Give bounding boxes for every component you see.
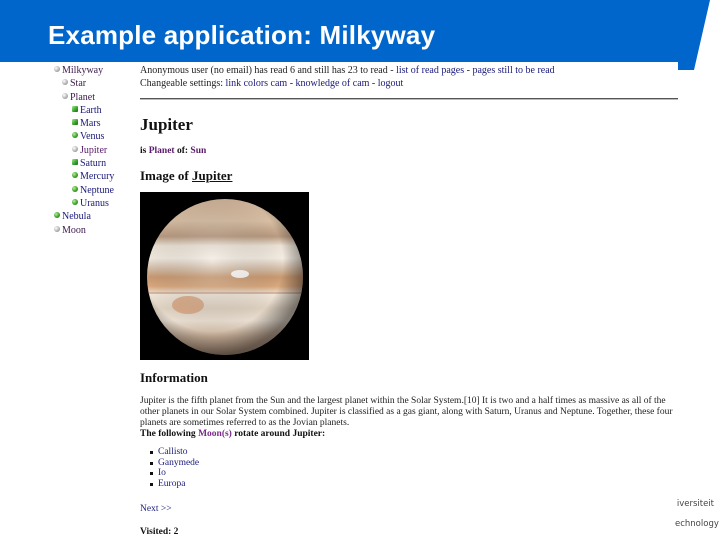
planet-concept-link[interactable]: Planet [149,146,175,156]
footer-logo-text-1: iversiteit [676,499,714,509]
moon-list: Callisto Ganymede Io Europa [140,447,678,489]
next-link[interactable]: Next >> [140,504,172,514]
tree-item-label: Saturn [80,158,107,170]
grey-bullet-icon [62,79,68,86]
tree-item-label: Mars [80,118,101,130]
moons-concept-link[interactable]: Moon(s) [198,429,232,439]
moon-link-callisto[interactable]: Callisto [158,447,188,457]
tree-item-label: Moon [62,224,86,236]
jupiter-image-link[interactable]: Jupiter [192,168,232,183]
page-title: Jupiter [140,115,193,134]
tree-item-mercury[interactable]: Mercury [54,170,114,183]
settings-line: Changeable settings: link colors cam - k… [140,78,678,91]
tree-item-star[interactable]: Star [54,77,114,90]
tree-item-label: Neptune [80,184,114,196]
green-bullet-icon [72,198,78,205]
tree-item-label: Uranus [80,197,109,209]
unread-pages-link[interactable]: pages still to be read [472,65,554,76]
tree-item-nebula[interactable]: Nebula [54,210,114,223]
read-pages-link[interactable]: list of read pages [396,65,464,76]
image-heading: Image of Jupiter [140,168,678,184]
list-item: Ganymede [150,458,678,469]
list-item: Io [150,468,678,479]
tree-item-planet[interactable]: Planet [54,91,114,104]
navigation-tree: Milkyway Star Planet Earth Mars Venus Jupiter S… [54,64,114,237]
tree-item-moon[interactable]: Moon [54,224,114,237]
moon-link-ganymede[interactable]: Ganymede [158,458,199,468]
moon-link-io[interactable]: Io [158,468,166,478]
moons-line: The following Moon(s) rotate around Jupi… [140,429,678,439]
tree-item-label: Nebula [62,211,91,223]
tree-item-label: Milkyway [62,65,104,76]
tree-item-label: Planet [70,91,95,103]
footer-logo-text-2: echnology [675,519,719,529]
green-bullet-icon [72,185,78,192]
tree-item-label: Mercury [80,171,115,183]
separator: - [287,77,296,89]
information-heading: Information [140,370,208,385]
sun-link[interactable]: Sun [190,146,206,156]
moon-link-europa[interactable]: Europa [158,479,185,489]
main-content: Anonymous user (no email) has read 6 and… [140,65,678,537]
tree-item-mars[interactable]: Mars [54,117,114,130]
image-heading-prefix: Image of [140,168,192,183]
green-square-bullet-icon [72,105,78,112]
green-bullet-icon [72,172,78,179]
tree-item-jupiter[interactable]: Jupiter [54,144,114,157]
grey-bullet-icon [54,66,60,72]
tree-item-label: Jupiter [80,144,108,156]
green-square-bullet-icon [72,159,78,166]
list-item: Callisto [150,447,678,458]
tree-item-label: Star [70,78,87,90]
tree-item-label: Earth [80,104,102,116]
slide-title: Example application: Milkyway [48,20,436,50]
tree-item-venus[interactable]: Venus [54,130,114,143]
settings-label: Changeable settings: [140,77,226,89]
is-label: is [140,146,149,156]
tree-item-label: Venus [80,131,105,143]
jupiter-image [140,192,309,360]
logout-link[interactable]: logout [378,78,404,89]
knowledge-link[interactable]: knowledge of cam [296,78,370,89]
list-item: Europa [150,479,678,490]
divider [140,98,678,100]
information-text: Jupiter is the fifth planet from the Sun… [140,396,673,428]
of-label: of: [174,146,191,156]
visited-count: Visited: 2 [140,527,179,538]
separator: - [369,77,378,89]
jupiter-planet-graphic [147,199,303,355]
tree-item-neptune[interactable]: Neptune [54,184,114,197]
tree-item-uranus[interactable]: Uranus [54,197,114,210]
grey-bullet-icon [62,92,68,99]
tree-item-earth[interactable]: Earth [54,104,114,117]
user-status-line: Anonymous user (no email) has read 6 and… [140,65,678,78]
green-bullet-icon [72,132,78,139]
green-bullet-icon [54,212,60,219]
app-screenshot: Milkyway Star Planet Earth Mars Venus Jupiter S… [44,62,678,540]
link-colors-link[interactable]: link colors cam [226,78,288,89]
planet-of-line: is Planet of: Sun [140,146,678,156]
tree-item-milkyway[interactable]: Milkyway [54,64,114,77]
tree-item-saturn[interactable]: Saturn [54,157,114,170]
grey-bullet-icon [54,225,60,232]
moons-prefix: The following [140,429,199,439]
user-status-text: Anonymous user (no email) has read 6 and… [140,65,397,76]
green-square-bullet-icon [72,119,78,126]
moons-suffix: rotate around Jupiter: [231,429,326,439]
grey-bullet-icon [72,145,78,152]
